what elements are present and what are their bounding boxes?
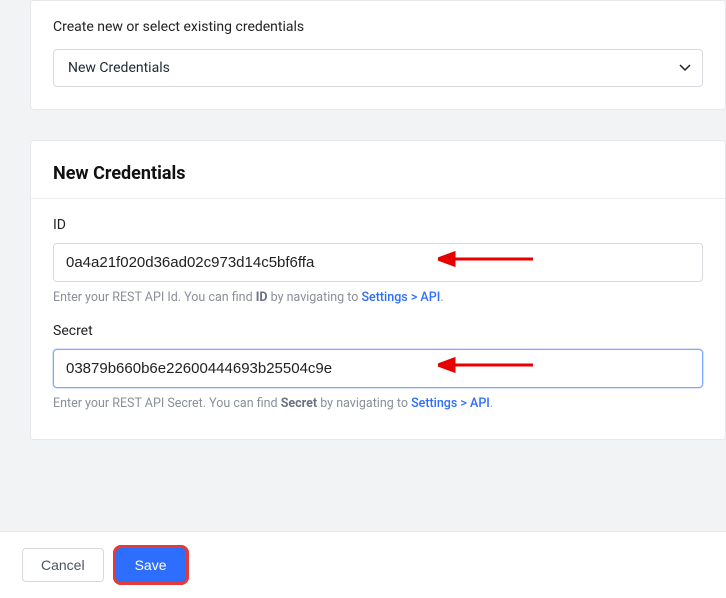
id-field-group: ID Enter your REST API Id. You can find … bbox=[53, 217, 703, 305]
cancel-button[interactable]: Cancel bbox=[22, 548, 104, 582]
secret-label: Secret bbox=[53, 323, 703, 339]
id-input[interactable] bbox=[53, 243, 703, 282]
save-button[interactable]: Save bbox=[116, 548, 186, 582]
credentials-select[interactable]: New Credentials bbox=[53, 49, 703, 87]
secret-input[interactable] bbox=[53, 349, 703, 388]
id-label: ID bbox=[53, 217, 703, 233]
credentials-selector-title: Create new or select existing credential… bbox=[53, 19, 703, 35]
new-credentials-card: New Credentials ID Enter your REST API I… bbox=[30, 140, 726, 440]
secret-helper-text: Enter your REST API Secret. You can find… bbox=[53, 396, 703, 411]
secret-field-group: Secret Enter your REST API Secret. You c… bbox=[53, 323, 703, 411]
footer-actions: Cancel Save bbox=[0, 531, 726, 598]
secret-helper-link[interactable]: Settings > API bbox=[411, 396, 490, 411]
id-helper-link[interactable]: Settings > API bbox=[361, 290, 440, 305]
credentials-selector-card: Create new or select existing credential… bbox=[30, 0, 726, 110]
id-helper-text: Enter your REST API Id. You can find ID … bbox=[53, 290, 703, 305]
new-credentials-heading: New Credentials bbox=[53, 163, 703, 184]
credentials-select-value: New Credentials bbox=[68, 60, 170, 76]
